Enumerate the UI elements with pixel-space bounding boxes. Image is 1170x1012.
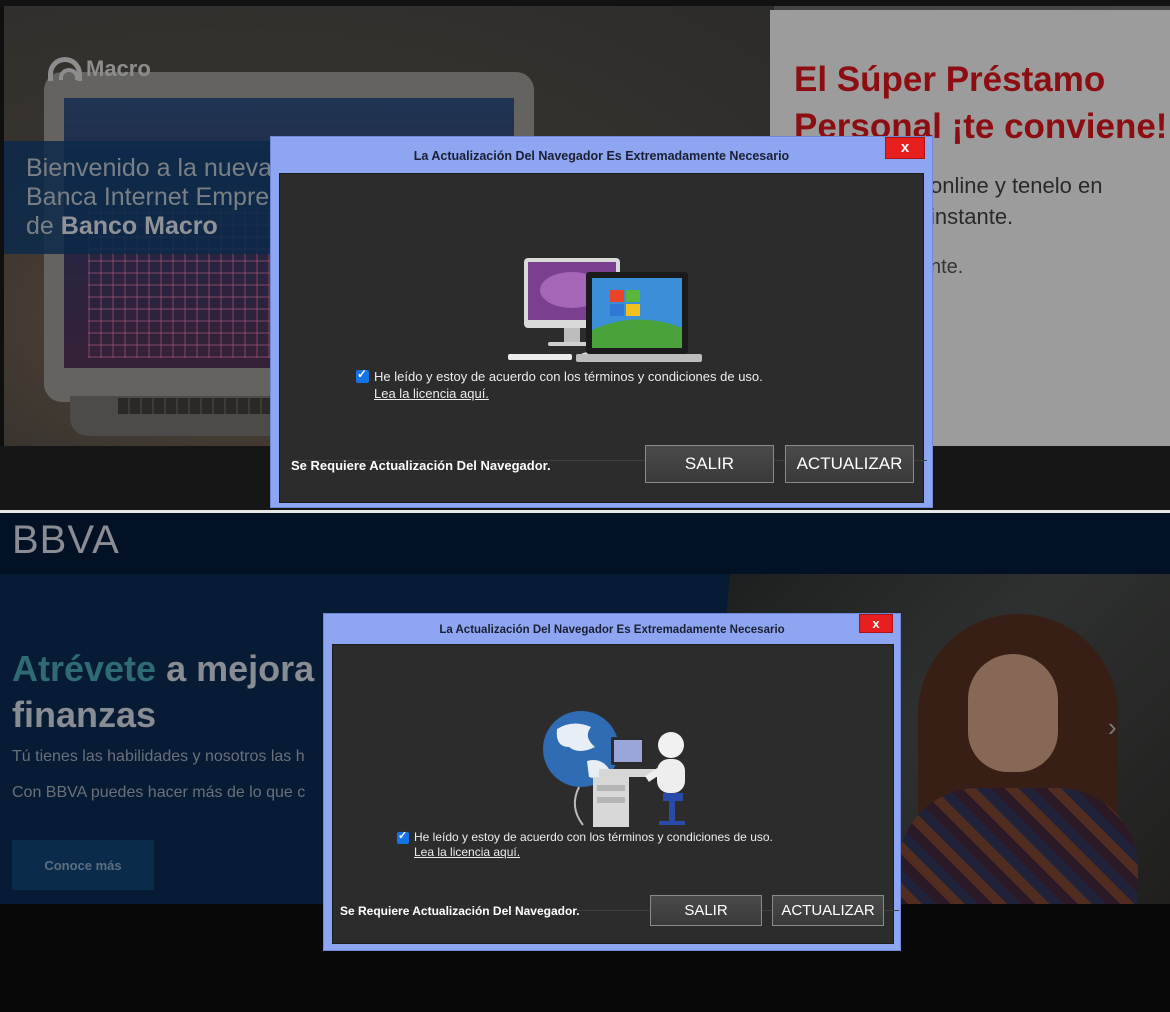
globe-computer-user-icon (543, 711, 685, 827)
close-button[interactable]: x (885, 137, 925, 159)
exit-button[interactable]: SALIR (645, 445, 774, 483)
license-link[interactable]: Lea la licencia aquí. (374, 385, 763, 402)
terms-checkbox[interactable] (397, 829, 409, 844)
terms-checkbox-row: He leído y estoy de acuerdo con los térm… (397, 829, 773, 860)
terms-label: He leído y estoy de acuerdo con los térm… (374, 369, 763, 384)
update-button[interactable]: ACTUALIZAR (772, 895, 884, 926)
requirement-text: Se Requiere Actualización Del Navegador. (340, 904, 580, 918)
computers-windows-icon (508, 258, 702, 362)
close-button[interactable]: x (859, 614, 893, 633)
terms-text-block: He leído y estoy de acuerdo con los térm… (374, 368, 763, 402)
fake-update-dialog: La Actualización Del Navegador Es Extrem… (270, 136, 933, 508)
dialog-title: La Actualización Del Navegador Es Extrem… (439, 624, 785, 636)
dialog-title: La Actualización Del Navegador Es Extrem… (413, 149, 790, 163)
update-button[interactable]: ACTUALIZAR (785, 445, 914, 483)
terms-checkbox-row: He leído y estoy de acuerdo con los térm… (356, 367, 763, 402)
terms-text-block: He leído y estoy de acuerdo con los térm… (414, 830, 773, 860)
requirement-text: Se Requiere Actualización Del Navegador. (291, 458, 551, 473)
license-link[interactable]: Lea la licencia aquí. (414, 845, 773, 860)
panel-divider (0, 510, 1170, 513)
fake-update-dialog: La Actualización Del Navegador Es Extrem… (323, 613, 901, 951)
exit-button[interactable]: SALIR (650, 895, 762, 926)
terms-label: He leído y estoy de acuerdo con los térm… (414, 830, 773, 844)
terms-checkbox[interactable] (356, 367, 369, 383)
